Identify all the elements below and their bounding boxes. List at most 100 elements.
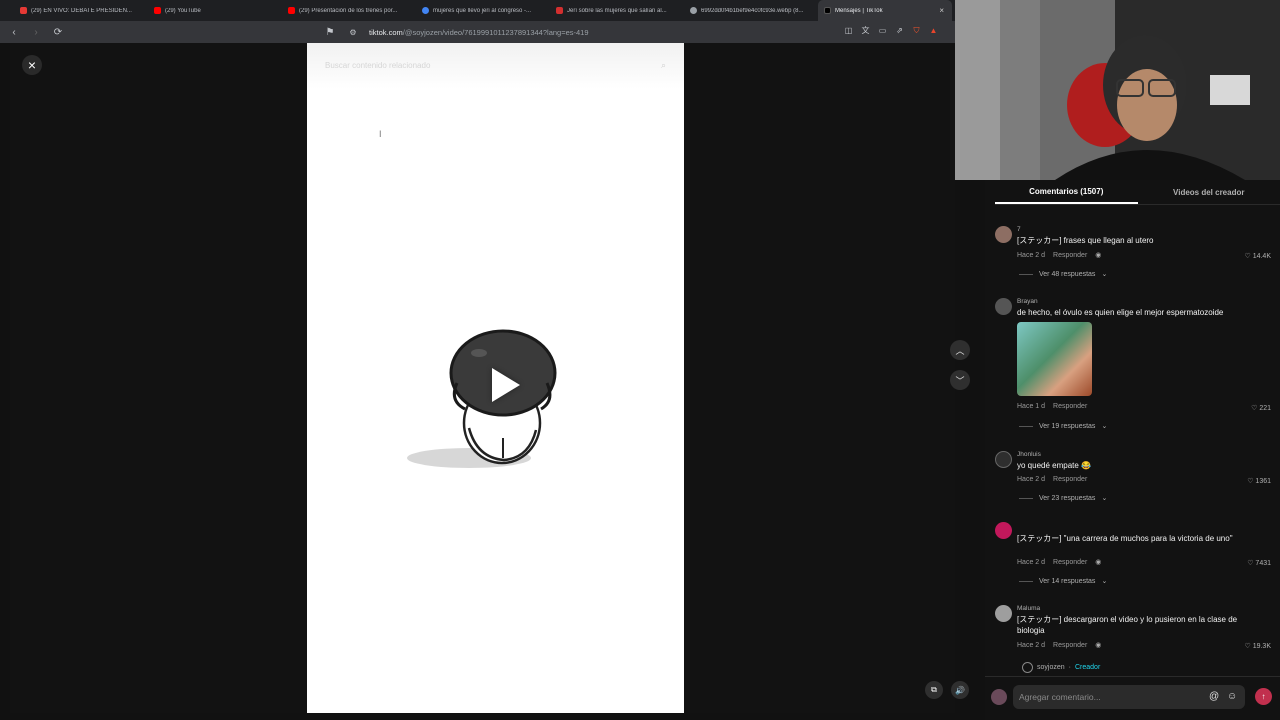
creator-liked-icon: ◉ [1095,642,1102,649]
screen: (29) EN VIVO: DEBATE PRESIDEN... (29) Yo… [0,0,1280,720]
like-count-value: 7431 [1255,560,1271,567]
comment-item: Maluma [ステッカー] descargaron el video y lo… [995,605,1275,665]
webcam-overlay [955,0,1280,180]
translate-icon[interactable]: 文 [860,25,871,36]
comment-text: [ステッカー] "una carrera de muchos para la v… [1017,534,1233,543]
comment-time: Hace 2 d [1017,558,1046,566]
comment-time: Hace 2 d [1017,251,1046,259]
video-frame[interactable]: Buscar contenido relacionado ⌕ I [307,43,684,713]
panel-tabs: Comentarios (1507) Videos del creador [995,180,1280,205]
mention-icon[interactable]: @ [1209,691,1219,702]
comment-time: Hace 2 d [1017,641,1046,649]
creator-reply-preview[interactable]: soyjozen · Creador [1022,662,1100,673]
like-count[interactable]: ♡ 1361 [1247,477,1271,485]
tab-close-icon[interactable]: × [939,6,944,15]
chevron-down-icon: ⌄ [1101,423,1108,430]
previous-video-button[interactable]: ︿ [950,340,970,360]
replies-divider [1019,497,1033,499]
avatar[interactable] [995,226,1012,243]
view-replies-label: Ver 23 respuestas [1039,494,1096,502]
reply-button[interactable]: Responder [1053,476,1087,483]
forward-arrow-icon[interactable]: › [28,24,44,40]
site-settings-icon[interactable]: ⚙ [345,24,361,40]
like-count-value: 221 [1259,405,1271,412]
tab-comments[interactable]: Comentarios (1507) [995,180,1138,204]
tiktok-favicon-icon [824,7,831,14]
emoji-icon[interactable]: ☺ [1227,691,1237,702]
bookmark-icon[interactable]: ⚑ [322,24,338,40]
view-replies-button[interactable]: Ver 19 respuestas ⌄ [1019,422,1107,430]
reply-button[interactable]: Responder [1053,403,1087,410]
comment-time: Hace 1 d [1017,403,1046,410]
comment-meta: Hace 2 d Responder [1017,476,1087,483]
like-count[interactable]: ♡ 221 [1251,404,1271,412]
comment-input-box: @ ☺ [1013,685,1245,709]
browser-tab[interactable]: Jerí sobre las mujeres que salían al... [550,0,684,21]
view-replies-button[interactable]: Ver 48 respuestas ⌄ [1019,270,1107,278]
reply-button[interactable]: Responder [1053,252,1087,259]
rewards-icon[interactable]: ▲ [928,25,939,36]
close-player-button[interactable]: × [22,55,42,75]
like-count[interactable]: ♡ 14.4K [1244,252,1271,260]
comment-username[interactable]: Brayan [1017,298,1038,305]
reload-icon[interactable]: ⟳ [50,24,66,40]
creator-separator: · [1068,664,1071,671]
comment-input[interactable] [1013,685,1203,709]
browser-tab[interactable]: (29) Presentación de los trenes por... [282,0,416,21]
tab-title: (29) EN VIVO: DEBATE PRESIDEN... [31,7,132,14]
brave-shield-icon[interactable]: ⛉ [911,25,922,36]
browser-tab[interactable]: 6992dd0f4b1bef9e4c0fc93e.webp (8... [684,0,818,21]
tab-creator-videos[interactable]: Videos del creador [1138,180,1280,204]
like-count-value: 19.3K [1252,643,1271,650]
view-replies-label: Ver 19 respuestas [1039,422,1096,430]
related-search-bar[interactable]: Buscar contenido relacionado ⌕ [307,43,684,89]
like-count[interactable]: ♡ 19.3K [1244,642,1271,650]
tab-title: Mensajes | TikTok [835,7,883,14]
url-text: tiktok.com/@soyjozen/video/7619991011237… [369,28,589,37]
comment-sticker-image[interactable] [1017,322,1092,396]
comment-item: 7 [ステッカー] frases que llegan al utero Hac… [995,226,1275,286]
reader-mode-icon[interactable]: ◫ [843,25,854,36]
search-icon[interactable]: ⌕ [661,60,666,71]
creator-liked-icon: ◉ [1095,252,1102,259]
share-icon[interactable]: ⇗ [894,25,905,36]
comment-item: Jhonluis yo quedé empate 😂 Hace 2 d Resp… [995,451,1275,506]
view-replies-button[interactable]: Ver 23 respuestas ⌄ [1019,494,1107,502]
view-replies-button[interactable]: Ver 14 respuestas ⌄ [1019,577,1107,585]
creator-liked-icon: ◉ [1095,559,1102,566]
related-search-placeholder: Buscar contenido relacionado [325,61,431,70]
comment-username[interactable]: 7 [1017,226,1021,233]
browser-tab-active[interactable]: Mensajes | TikTok × [818,0,952,21]
picture-in-picture-button[interactable]: ⧉ [925,681,943,699]
reply-button[interactable]: Responder [1053,559,1087,566]
comment-username[interactable]: Maluma [1017,605,1040,612]
send-button[interactable]: ↑ [1255,688,1272,705]
comment-meta: Hace 2 d Responder ◉ [1017,251,1102,260]
reply-button[interactable]: Responder [1053,642,1087,649]
extension-icons: ◫ 文 ▭ ⇗ ⛉ ▲ [843,25,939,36]
chevron-down-icon: ⌄ [1101,578,1108,585]
browser-tab[interactable]: mujeres que llevo jeri al congreso -... [416,0,550,21]
tab-title: 6992dd0f4b1bef9e4c0fc93e.webp (8... [701,7,804,14]
comment-text: [ステッカー] descargaron el video y lo pusier… [1017,615,1238,635]
creator-badge: Creador [1074,664,1101,671]
avatar[interactable] [995,298,1012,315]
cast-icon[interactable]: ▭ [877,25,888,36]
browser-tab[interactable]: (29) YouTube [148,0,282,21]
comment-item: [ステッカー] "una carrera de muchos para la v… [995,522,1275,588]
browser-tab[interactable]: (29) EN VIVO: DEBATE PRESIDEN... [14,0,148,21]
avatar[interactable] [995,451,1012,468]
youtube-favicon-icon [20,7,27,14]
comment-username[interactable]: Jhonluis [1017,451,1041,458]
like-count[interactable]: ♡ 7431 [1247,559,1271,567]
avatar[interactable] [995,605,1012,622]
avatar[interactable] [995,522,1012,539]
play-icon[interactable] [492,368,520,402]
next-video-button[interactable]: ﹀ [950,370,970,390]
tab-title: (29) YouTube [165,7,201,14]
comment-meta: Hace 1 d Responder [1017,403,1087,410]
creator-username: soyjozen [1037,664,1065,671]
youtube-favicon-icon [154,7,161,14]
back-arrow-icon[interactable]: ‹ [6,24,22,40]
volume-icon[interactable]: 🔊 [951,681,969,699]
